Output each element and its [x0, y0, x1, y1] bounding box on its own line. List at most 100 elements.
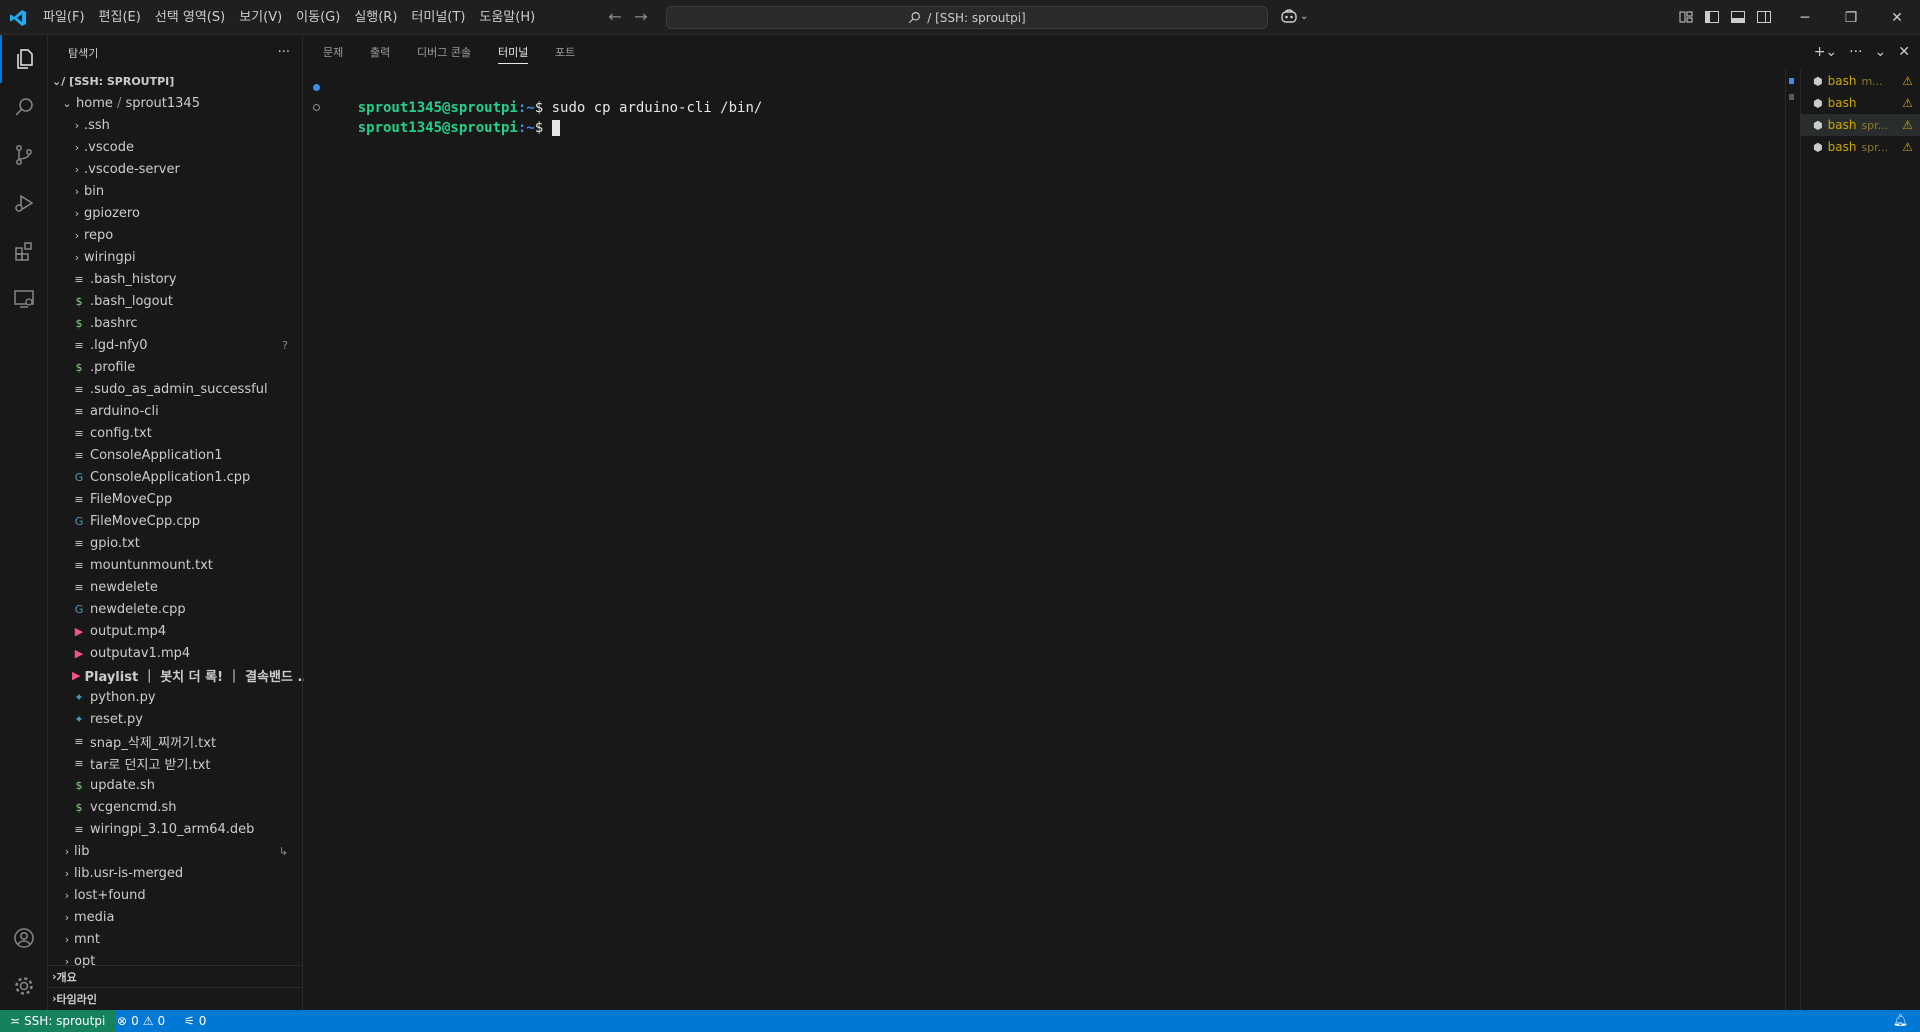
copilot-menu[interactable]: ⌄ — [1280, 8, 1308, 24]
menu-file[interactable]: 파일(F) — [36, 0, 92, 35]
tree-file[interactable]: $ update.sh — [48, 774, 302, 796]
minimize-icon[interactable]: ─ — [1782, 0, 1828, 35]
more-actions-icon[interactable]: ··· — [1849, 44, 1862, 60]
tree-file[interactable]: $ .profile — [48, 356, 302, 378]
file-label: ConsoleApplication1.cpp — [90, 469, 251, 485]
outline-section[interactable]: › 개요 — [48, 965, 302, 987]
new-terminal-icon[interactable]: +⌄ — [1814, 44, 1837, 60]
tree-file[interactable]: ▶ output.mp4 — [48, 620, 302, 642]
tree-file[interactable]: ≡ gpio.txt — [48, 532, 302, 554]
menu-edit[interactable]: 편집(E) — [92, 0, 148, 35]
tree-file[interactable]: ✦ python.py — [48, 686, 302, 708]
terminal-tab-item[interactable]: ⬢ bash m... ⚠ — [1801, 70, 1920, 92]
tree-file[interactable]: ▶ Playlist ｜ 봇치 더 록! ｜ 결속밴드 ... — [48, 664, 312, 686]
terminal-output[interactable]: sprout1345@sproutpi:~$ sudo cp arduino-c… — [304, 70, 1784, 1010]
tab-debug-console[interactable]: 디버그 콘솔 — [417, 35, 471, 70]
close-icon[interactable]: ✕ — [1874, 0, 1920, 35]
menu-run[interactable]: 실행(R) — [347, 0, 404, 35]
extensions-icon[interactable] — [0, 227, 48, 275]
tree-file[interactable]: ≡ snap_삭제_찌꺼기.txt — [48, 730, 302, 752]
tree-file[interactable]: $ .bashrc — [48, 312, 302, 334]
tree-folder[interactable]: › bin — [48, 180, 302, 202]
terminal-tab-item[interactable]: ⬢ bash spr... ⚠ — [1801, 136, 1920, 158]
command-decoration-icon[interactable] — [313, 84, 320, 91]
tree-file[interactable]: ≡ newdelete — [48, 576, 302, 598]
tree-folder[interactable]: › media — [48, 906, 302, 928]
tree-folder[interactable]: › .ssh — [48, 114, 302, 136]
notification-bell-icon[interactable]: 🔔︎ — [1893, 1013, 1908, 1027]
chevron-down-icon: ⌄ — [52, 74, 62, 88]
tree-file[interactable]: $ vcgencmd.sh — [48, 796, 302, 818]
tree-file[interactable]: ✦ reset.py — [48, 708, 302, 730]
folder-label: mnt — [74, 931, 100, 947]
close-panel-icon[interactable]: ✕ — [1898, 44, 1910, 60]
terminal-scrollbar[interactable] — [1785, 70, 1800, 1010]
tree-folder[interactable]: › .vscode — [48, 136, 302, 158]
remote-explorer-icon[interactable] — [0, 275, 48, 323]
more-actions-icon[interactable]: ··· — [278, 45, 290, 60]
tree-file[interactable]: Gnewdelete.cpp — [48, 598, 302, 620]
folder-label: media — [74, 909, 115, 925]
search-view-icon[interactable] — [0, 83, 48, 131]
problems-indicator[interactable]: ⊗ 0 ⚠ 0 — [117, 1010, 165, 1032]
tree-file[interactable]: ▶ outputav1.mp4 — [48, 642, 302, 664]
toggle-panel-icon[interactable] — [1730, 9, 1746, 25]
tree-file[interactable]: ≡ arduino-cli — [48, 400, 302, 422]
tree-folder[interactable]: › lib.usr-is-merged — [48, 862, 302, 884]
menu-terminal[interactable]: 터미널(T) — [404, 0, 472, 35]
tree-folder[interactable]: › mnt — [48, 928, 302, 950]
ports-indicator[interactable]: ⚟ 0 — [184, 1010, 206, 1032]
menu-go[interactable]: 이동(G) — [289, 0, 347, 35]
restore-icon[interactable]: ❐ — [1828, 0, 1874, 35]
run-debug-icon[interactable] — [0, 179, 48, 227]
chevron-down-icon[interactable]: ⌄ — [1875, 44, 1887, 60]
toggle-primary-sidebar-icon[interactable] — [1704, 9, 1720, 25]
tree-folder[interactable]: › lost+found — [48, 884, 302, 906]
tab-problems[interactable]: 문제 — [323, 35, 343, 70]
tree-file[interactable]: ≡ .sudo_as_admin_successful — [48, 378, 302, 400]
customize-layout-icon[interactable] — [1678, 9, 1694, 25]
tab-output[interactable]: 출력 — [370, 35, 390, 70]
tree-folder[interactable]: › repo — [48, 224, 302, 246]
warning-count: 0 — [157, 1014, 166, 1028]
tree-folder[interactable]: › lib ↳ — [48, 840, 302, 862]
tree-file[interactable]: G ConsoleApplication1.cpp — [48, 466, 302, 488]
forward-arrow-icon[interactable]: → — [633, 8, 649, 26]
tab-ports[interactable]: 포트 — [555, 35, 575, 70]
workspace-root[interactable]: ⌄ / [SSH: SPROUTPI] — [48, 70, 302, 92]
menu-help[interactable]: 도움말(H) — [472, 0, 542, 35]
tree-file[interactable]: ≡ FileMoveCpp — [48, 488, 302, 510]
chevron-right-icon: › — [64, 888, 70, 902]
terminal-tab-name: bash — [1827, 118, 1857, 132]
tree-file[interactable]: ≡ tar로 던지고 받기.txt — [48, 752, 302, 774]
tree-file[interactable]: ≡ .bash_history — [48, 268, 302, 290]
tree-folder[interactable]: › gpiozero — [48, 202, 302, 224]
menu-view[interactable]: 보기(V) — [232, 0, 289, 35]
tree-file[interactable]: ≡ .lgd-nfy0? — [48, 334, 302, 356]
source-control-icon[interactable] — [0, 131, 48, 179]
tree-file[interactable]: $ .bash_logout — [48, 290, 302, 312]
command-decoration-icon[interactable] — [313, 104, 320, 111]
terminal-tab-item[interactable]: ⬢ bash ⚠ — [1801, 92, 1920, 114]
tree-file[interactable]: ≡ mountunmount.txt — [48, 554, 302, 576]
tree-file[interactable]: G FileMoveCpp.cpp — [48, 510, 302, 532]
terminal-tab-item[interactable]: ⬢ bash spr... ⚠ — [1801, 114, 1920, 136]
file-label: Playlist ｜ 봇치 더 록! ｜ 결속밴드 ... — [84, 669, 313, 685]
remote-indicator[interactable]: ≍ SSH: sproutpi — [0, 1010, 116, 1032]
toggle-secondary-sidebar-icon[interactable] — [1756, 9, 1772, 25]
accounts-icon[interactable] — [0, 914, 48, 962]
tree-file[interactable]: ≡ config.txt — [48, 422, 302, 444]
explorer-icon[interactable] — [0, 35, 48, 83]
file-label: vcgencmd.sh — [90, 799, 177, 815]
folder-home[interactable]: ⌄ home / sprout1345 — [48, 92, 302, 114]
menu-selection[interactable]: 선택 영역(S) — [148, 0, 232, 35]
tree-folder[interactable]: › wiringpi — [48, 246, 302, 268]
tab-terminal[interactable]: 터미널 — [498, 35, 529, 70]
command-center[interactable]: / [SSH: sproutpi] — [666, 6, 1268, 29]
tree-folder[interactable]: › .vscode-server — [48, 158, 302, 180]
timeline-section[interactable]: › 타임라인 — [48, 987, 302, 1009]
tree-file[interactable]: ≡ ConsoleApplication1 — [48, 444, 302, 466]
manage-gear-icon[interactable] — [0, 962, 48, 1010]
tree-file[interactable]: ≡ wiringpi_3.10_arm64.deb — [48, 818, 302, 840]
back-arrow-icon[interactable]: ← — [607, 8, 623, 26]
